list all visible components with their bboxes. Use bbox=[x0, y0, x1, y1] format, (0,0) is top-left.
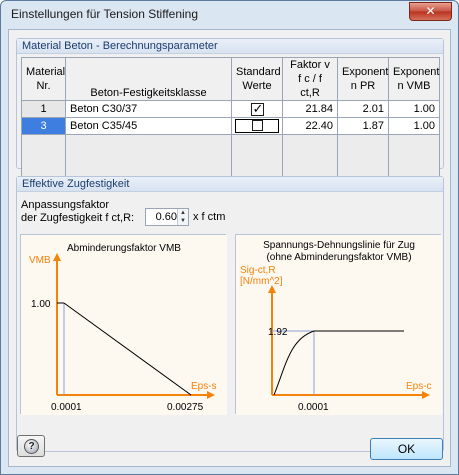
row-faktor[interactable]: 21.84 bbox=[282, 100, 338, 118]
row-exp-vmb[interactable]: 1.00 bbox=[388, 117, 440, 135]
x-tick-label: 0.0001 bbox=[298, 402, 329, 413]
dialog-window: Einstellungen für Tension Stiffening ✕ M… bbox=[0, 0, 459, 475]
chart-vmb-svg: Abminderungsfaktor VMB VMB Eps-s 1.00 0.0001… bbox=[21, 235, 227, 415]
col-header-standard: Standard Werte bbox=[231, 57, 283, 101]
x-axis-label: Eps-s bbox=[191, 381, 217, 392]
y-axis-unit: [N/mm^2] bbox=[240, 276, 283, 287]
chart-title: Spannungs-Dehnungslinie für Zug bbox=[263, 240, 415, 251]
material-group: Material Beton - Berechnungsparameter Ma… bbox=[16, 38, 444, 193]
table-row-selected[interactable]: 3 Beton C35/45 22.40 1.87 1.00 bbox=[21, 117, 440, 135]
dialog-client: Material Beton - Berechnungsparameter Ma… bbox=[8, 29, 451, 467]
row-nr[interactable]: 3 bbox=[21, 117, 66, 135]
close-button[interactable]: ✕ bbox=[409, 2, 452, 21]
title-bar: Einstellungen für Tension Stiffening ✕ bbox=[1, 1, 458, 29]
standard-checkbox[interactable] bbox=[250, 101, 264, 117]
close-icon[interactable]: ✕ bbox=[425, 4, 435, 18]
ok-button[interactable]: OK bbox=[370, 438, 443, 460]
adjust-factor-label: Anpassungsfaktor der Zugfestigkeit f ct,R… bbox=[21, 199, 135, 224]
adjust-factor-unit: x f ctm bbox=[193, 211, 226, 223]
y-axis-label: VMB bbox=[29, 255, 51, 266]
col-header-faktor: Faktor vf c / f ct,R bbox=[282, 57, 338, 101]
row-faktor[interactable]: 22.40 bbox=[282, 117, 338, 135]
col-header-exp-vmb: Exponent n VMB bbox=[388, 57, 440, 101]
y-tick-label: 1.92 bbox=[268, 327, 288, 338]
col-header-nr: Material Nr. bbox=[21, 57, 66, 101]
spinner-arrows-icon[interactable]: ▲ ▼ bbox=[177, 209, 188, 225]
col-header-exp-pr: Exponent n PR bbox=[337, 57, 389, 101]
material-table: Material Nr. Beton-Festigkeitsklasse Stan… bbox=[21, 57, 440, 193]
row-exp-pr[interactable]: 1.87 bbox=[337, 117, 389, 135]
row-exp-vmb[interactable]: 1.00 bbox=[388, 100, 440, 118]
chart-vmb: Abminderungsfaktor VMB VMB Eps-s 1.00 0.0001… bbox=[20, 234, 227, 415]
chart-stress-strain-svg: Spannungs-Dehnungslinie für Zug(ohne Abm… bbox=[236, 235, 442, 415]
chart-stress-strain: Spannungs-Dehnungslinie für Zug (ohne Abm… bbox=[235, 234, 442, 415]
row-class[interactable]: Beton C35/45 bbox=[65, 117, 232, 135]
row-class[interactable]: Beton C30/37 bbox=[65, 100, 232, 118]
chart-subtitle: (ohne Abminderungsfaktor VMB) bbox=[266, 252, 411, 263]
material-group-title: Material Beton - Berechnungsparameter bbox=[17, 39, 443, 54]
row-standard-cell[interactable] bbox=[231, 117, 283, 135]
help-icon[interactable]: ? bbox=[24, 439, 39, 454]
x-tick-label: 0.0001 bbox=[51, 402, 82, 413]
row-nr[interactable]: 1 bbox=[21, 100, 66, 118]
col-header-class: Beton-Festigkeitsklasse bbox=[65, 57, 232, 101]
y-tick-label: 1.00 bbox=[31, 299, 51, 310]
table-header-row: Material Nr. Beton-Festigkeitsklasse Stan… bbox=[21, 57, 440, 101]
x-tick-label: 0.00275 bbox=[167, 402, 204, 413]
adjust-factor-spinner[interactable]: 0.60 ▲ ▼ bbox=[145, 208, 189, 226]
row-standard-cell[interactable] bbox=[231, 100, 283, 118]
table-row[interactable]: 1 Beton C30/37 21.84 2.01 1.00 bbox=[21, 100, 440, 118]
chart-title: Abminderungsfaktor VMB bbox=[67, 243, 181, 254]
tension-group-title: Effektive Zugfestigkeit bbox=[17, 177, 443, 192]
row-exp-pr[interactable]: 2.01 bbox=[337, 100, 389, 118]
standard-cell-editor[interactable] bbox=[234, 119, 280, 133]
x-axis-label: Eps-c bbox=[406, 381, 432, 392]
window-title: Einstellungen für Tension Stiffening bbox=[11, 7, 199, 21]
help-button[interactable]: ? bbox=[17, 435, 45, 457]
adjust-factor-value[interactable]: 0.60 bbox=[146, 211, 177, 223]
standard-checkbox[interactable] bbox=[251, 120, 263, 131]
y-axis-label: Sig-ct,R bbox=[240, 265, 276, 276]
